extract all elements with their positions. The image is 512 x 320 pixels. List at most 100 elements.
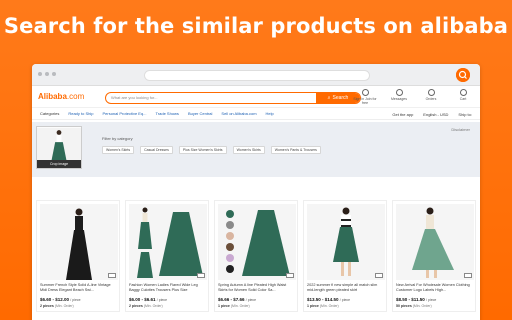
price-unit: / piece xyxy=(245,298,257,302)
moq-value: 2 pieces xyxy=(129,304,143,308)
moq-suffix: (Min. Order) xyxy=(412,304,432,308)
image-search-panel: Crop image Filter by category Women's Sk… xyxy=(32,122,480,177)
orders-tool[interactable]: Orders xyxy=(420,89,442,105)
nav-trade-shows[interactable]: Trade Shows xyxy=(156,111,179,116)
price-value: $6.66 - $7.66 xyxy=(218,297,245,302)
product-photo xyxy=(40,204,118,280)
similar-icon[interactable] xyxy=(108,273,116,278)
moq-value: 2 pieces xyxy=(40,304,54,308)
messages-tool[interactable]: Messages xyxy=(388,89,410,105)
similar-icon[interactable] xyxy=(375,273,383,278)
product-moq: 1 piece (Min. Order) xyxy=(307,304,383,308)
product-photo xyxy=(129,204,207,280)
ship-to[interactable]: Ship to: xyxy=(458,112,472,117)
similar-icon[interactable] xyxy=(286,273,294,278)
price-value: $13.50 - $14.50 xyxy=(307,297,339,302)
similar-icon[interactable] xyxy=(197,273,205,278)
similar-icon[interactable] xyxy=(464,273,472,278)
sign-in-tool[interactable]: Sign in Join for free xyxy=(352,89,378,105)
search-icon: ⌕ xyxy=(327,95,331,101)
product-price: $8.50 - $11.50 / piece xyxy=(396,297,472,302)
extension-icon[interactable] xyxy=(456,68,470,82)
minimize-dot[interactable] xyxy=(45,72,49,76)
product-image[interactable] xyxy=(129,204,207,280)
price-unit: / piece xyxy=(70,298,81,302)
price-value: $8.50 - $11.50 xyxy=(396,297,425,302)
product-title[interactable]: Spring Autumn A line Pleated High Waist … xyxy=(218,283,294,293)
chip-womens-skirts-2[interactable]: Women's Skirts xyxy=(232,146,265,154)
nav-ready-to-ship[interactable]: Ready to Ship xyxy=(68,111,93,116)
product-moq: 1 piece (Min. Order) xyxy=(218,304,294,308)
product-title[interactable]: 2022 summer fi new simple all match slim… xyxy=(307,283,383,293)
browser-chrome xyxy=(32,64,480,86)
cart-tool[interactable]: Cart xyxy=(452,89,474,105)
product-image[interactable] xyxy=(396,204,474,280)
orders-icon xyxy=(427,89,435,96)
product-card[interactable]: 2022 summer fi new simple all match slim… xyxy=(303,200,387,312)
site-header: Alibaba.com What are you looking for... … xyxy=(32,86,480,108)
sign-in-label: Sign in Join for free xyxy=(353,97,377,105)
product-price: $6.66 - $7.66 / piece xyxy=(218,297,294,302)
logo-brand: Alibaba xyxy=(38,92,67,101)
category-nav: Categories Ready to Ship Personal Protec… xyxy=(32,108,480,120)
product-moq: 2 pieces (Min. Order) xyxy=(40,304,116,308)
maximize-dot[interactable] xyxy=(52,72,56,76)
search-button-label: Search xyxy=(332,95,349,101)
user-icon xyxy=(361,89,369,96)
moq-value: 1 piece xyxy=(218,304,230,308)
moq-suffix: (Min. Order) xyxy=(54,304,74,308)
product-price: $6.00 - $6.61 / piece xyxy=(129,297,205,302)
crop-image-button[interactable]: Crop image xyxy=(37,160,81,168)
address-bar[interactable] xyxy=(144,70,370,81)
language-currency[interactable]: English - USD xyxy=(423,112,448,117)
product-photo xyxy=(218,204,296,280)
product-price: $13.50 - $14.50 / piece xyxy=(307,297,383,302)
nav-ppe[interactable]: Personal Protective Eq... xyxy=(102,111,146,116)
search-bar: What are you looking for... ⌕ Search xyxy=(105,92,361,104)
search-input[interactable]: What are you looking for... xyxy=(111,95,157,100)
orders-label: Orders xyxy=(425,97,437,101)
price-unit: / piece xyxy=(156,298,168,302)
product-card[interactable]: Summer French Style Solid A-line Vintage… xyxy=(36,200,120,312)
product-image[interactable] xyxy=(40,204,118,280)
nav-buyer-central[interactable]: Buyer Central xyxy=(188,111,212,116)
window-controls xyxy=(38,72,56,76)
headline: Search for the similar products on aliba… xyxy=(3,14,509,38)
header-tools: Sign in Join for free Messages Orders Ca… xyxy=(352,89,474,105)
close-dot[interactable] xyxy=(38,72,42,76)
disclaimer-link[interactable]: Disclaimer xyxy=(451,127,470,132)
product-title[interactable]: New Arrival For Wholesale Women Clothing… xyxy=(396,283,472,293)
cart-icon xyxy=(459,89,467,96)
nav-right: Get the app English - USD Ship to: xyxy=(392,108,472,120)
moq-suffix: (Min. Order) xyxy=(143,304,163,308)
chip-plus-size-skirts[interactable]: Plus Size Women's Skirts xyxy=(178,146,227,154)
nav-categories[interactable]: Categories xyxy=(40,111,59,116)
browser-window: Alibaba.com What are you looking for... … xyxy=(32,64,480,320)
product-card[interactable]: Fashion Women Ladies Flared Wide Leg Bag… xyxy=(125,200,209,312)
product-moq: 2 pieces (Min. Order) xyxy=(129,304,205,308)
logo-suffix: .com xyxy=(66,92,85,101)
moq-suffix: (Min. Order) xyxy=(319,304,339,308)
nav-sell[interactable]: Sell on Alibaba.com xyxy=(221,111,256,116)
query-image[interactable]: Crop image xyxy=(36,126,82,169)
get-app-link[interactable]: Get the app xyxy=(392,112,413,117)
chip-womens-pants[interactable]: Women's Pants & Trousers xyxy=(270,146,321,154)
product-card[interactable]: Spring Autumn A line Pleated High Waist … xyxy=(214,200,298,312)
message-icon xyxy=(395,89,403,96)
price-value: $6.60 - $12.00 xyxy=(40,297,70,302)
nav-help[interactable]: Help xyxy=(266,111,274,116)
alibaba-logo[interactable]: Alibaba.com xyxy=(38,92,84,101)
chip-casual-dresses[interactable]: Casual Dresses xyxy=(140,146,173,154)
product-image[interactable] xyxy=(218,204,296,280)
price-unit: / piece xyxy=(339,298,351,302)
product-image[interactable] xyxy=(307,204,385,280)
product-title[interactable]: Fashion Women Ladies Flared Wide Leg Bag… xyxy=(129,283,205,293)
product-grid: Summer French Style Solid A-line Vintage… xyxy=(36,200,476,312)
price-value: $6.00 - $6.61 xyxy=(129,297,156,302)
product-photo xyxy=(396,204,474,280)
product-title[interactable]: Summer French Style Solid A-line Vintage… xyxy=(40,283,116,293)
cart-label: Cart xyxy=(459,97,467,101)
category-chips: Women's Skirts Casual Dresses Plus Size … xyxy=(102,146,321,154)
chip-womens-skirts[interactable]: Women's Skirts xyxy=(102,146,135,154)
product-card[interactable]: New Arrival For Wholesale Women Clothing… xyxy=(392,200,476,312)
